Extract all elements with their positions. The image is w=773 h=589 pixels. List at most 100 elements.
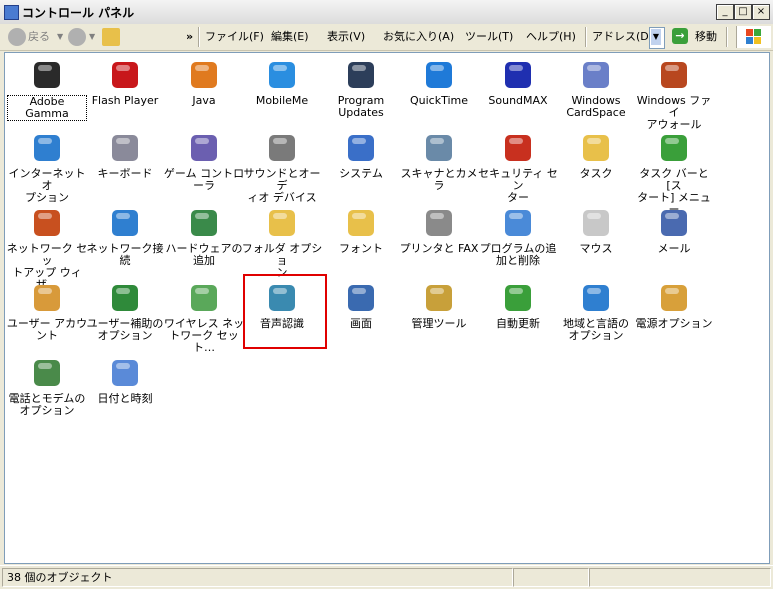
item-label: MobileMe <box>255 95 309 107</box>
menu-file[interactable]: ファイル(F) <box>205 28 264 46</box>
network-connections-icon <box>109 207 141 239</box>
shield-icon <box>502 132 534 164</box>
back-dropdown-icon[interactable]: ▼ <box>57 28 63 46</box>
control-panel-item[interactable]: ユーザー アカウ ント <box>5 278 89 348</box>
control-panel-item[interactable]: QuickTime <box>397 55 481 125</box>
control-panel-item[interactable]: サウンドとオーデ ィオ デバイス <box>240 128 324 204</box>
control-panel-item[interactable]: Windows CardSpace <box>554 55 638 125</box>
status-pane <box>513 568 589 587</box>
control-panel-item[interactable]: タスク バーと [ス タート] メニュー <box>632 128 716 216</box>
menu-favorites[interactable]: お気に入り(A) <box>383 28 454 46</box>
control-panel-item[interactable]: MobileMe <box>240 55 324 125</box>
item-label: 管理ツール <box>411 318 467 330</box>
taskbar-icon <box>658 132 690 164</box>
control-panel-item[interactable]: ワイヤレス ネッ トワーク セット… <box>162 278 246 354</box>
item-label: ユーザー補助の オプション <box>86 318 164 342</box>
control-panel-item[interactable]: 管理ツール <box>397 278 481 348</box>
scanner-icon <box>423 132 455 164</box>
menu-tools[interactable]: ツール(T) <box>465 28 513 46</box>
item-label: Windows ファイ アウォール <box>636 95 712 131</box>
control-panel-item[interactable]: セキュリティ セン ター <box>476 128 560 204</box>
admin-tools-icon <box>423 282 455 314</box>
maximize-button[interactable]: □ <box>734 4 752 20</box>
item-label: 地域と言語の オプション <box>563 318 629 342</box>
control-panel-item[interactable]: 自動更新 <box>476 278 560 348</box>
java-icon <box>188 59 220 91</box>
control-panel-item[interactable]: タスク <box>554 128 638 198</box>
phone-modem-icon <box>31 357 63 389</box>
control-panel-item[interactable]: メール <box>632 203 716 273</box>
control-panel-item[interactable]: フォルダ オプショ ン <box>240 203 324 279</box>
control-panel-item[interactable]: 電源オプション <box>632 278 716 348</box>
wireless-icon <box>188 282 220 314</box>
menu-view[interactable]: 表示(V) <box>327 28 365 46</box>
control-panel-item[interactable]: ユーザー補助の オプション <box>83 278 167 348</box>
control-panel-item[interactable]: プログラムの追 加と削除 <box>476 203 560 273</box>
forward-arrow-icon[interactable] <box>68 28 86 46</box>
item-label: メール <box>657 243 691 255</box>
printer-icon <box>423 207 455 239</box>
folder-options-icon <box>266 207 298 239</box>
cardspace-icon <box>580 59 612 91</box>
item-label: ワイヤレス ネッ トワーク セット… <box>163 318 245 354</box>
back-arrow-icon[interactable] <box>8 28 26 46</box>
menu-help[interactable]: ヘルプ(H) <box>526 28 576 46</box>
item-label: 電話とモデムの オプション <box>8 393 86 417</box>
tasks-folder-icon <box>580 132 612 164</box>
control-panel-item[interactable]: システム <box>319 128 403 198</box>
go-arrow-icon[interactable]: → <box>672 28 688 44</box>
toolbar-separator <box>198 27 200 47</box>
control-panel-item[interactable]: 画面 <box>319 278 403 348</box>
toolbar-chevron[interactable]: » <box>186 28 193 46</box>
internet-options-icon <box>31 132 63 164</box>
title-bar[interactable]: コントロール パネル _ □ × <box>0 0 773 25</box>
control-panel-item[interactable]: フォント <box>319 203 403 273</box>
control-panel-item[interactable]: SoundMAX <box>476 55 560 125</box>
up-folder-icon[interactable] <box>102 28 120 46</box>
item-label: タスク <box>579 168 613 180</box>
item-label: 電源オプション <box>635 318 713 330</box>
fonts-folder-icon <box>345 207 377 239</box>
minimize-button[interactable]: _ <box>716 4 734 20</box>
control-panel-item[interactable]: Windows ファイ アウォール <box>632 55 716 131</box>
address-dropdown-icon[interactable]: ▼ <box>651 29 661 45</box>
control-panel-item[interactable]: 電話とモデムの オプション <box>5 353 89 423</box>
control-panel-item[interactable]: マウス <box>554 203 638 273</box>
back-button[interactable]: 戻る <box>28 28 50 46</box>
item-label: Program Updates <box>337 95 385 119</box>
control-panel-icon <box>4 5 19 20</box>
control-panel-item[interactable]: Java <box>162 55 246 125</box>
status-bar: 38 個のオブジェクト <box>0 565 773 589</box>
control-panel-item[interactable]: スキャナとカメラ <box>397 128 481 198</box>
control-panel-item[interactable]: 地域と言語の オプション <box>554 278 638 348</box>
control-panel-item[interactable]: ゲーム コントロ ーラ <box>162 128 246 198</box>
control-panel-item[interactable]: ハードウェアの 追加 <box>162 203 246 273</box>
control-panel-item[interactable]: Program Updates <box>319 55 403 125</box>
control-panel-item[interactable]: ネットワーク接 続 <box>83 203 167 273</box>
go-button[interactable]: 移動 <box>695 28 717 46</box>
monitor-icon <box>31 59 63 91</box>
system-icon <box>345 132 377 164</box>
close-button[interactable]: × <box>752 4 770 20</box>
item-label: QuickTime <box>409 95 469 107</box>
control-panel-item[interactable]: プリンタと FAX <box>397 203 481 273</box>
windows-update-icon <box>502 282 534 314</box>
menu-edit[interactable]: 編集(E) <box>271 28 309 46</box>
highlight-box <box>243 274 327 349</box>
item-label: プリンタと FAX <box>399 243 479 255</box>
control-panel-item[interactable]: 日付と時刻 <box>83 353 167 423</box>
item-label: Java <box>192 95 216 107</box>
forward-dropdown-icon[interactable]: ▼ <box>89 28 95 46</box>
control-panel-item[interactable]: キーボード <box>83 128 167 198</box>
address-label: アドレス(D) <box>592 30 654 43</box>
control-panel-item[interactable]: Flash Player <box>83 55 167 125</box>
control-panel-item[interactable]: Adobe Gamma <box>5 55 89 125</box>
icon-view[interactable]: Adobe Gamma Flash Player Java MobileMe Progr… <box>4 52 770 564</box>
display-icon <box>345 282 377 314</box>
clock-icon <box>109 357 141 389</box>
item-label: 自動更新 <box>496 318 540 330</box>
control-panel-item[interactable]: ネットワーク セッ トアップ ウィザ… <box>5 203 89 291</box>
control-panel-item[interactable]: インターネット オ プション <box>5 128 89 204</box>
status-pane <box>589 568 771 587</box>
item-label: 画面 <box>350 318 372 330</box>
